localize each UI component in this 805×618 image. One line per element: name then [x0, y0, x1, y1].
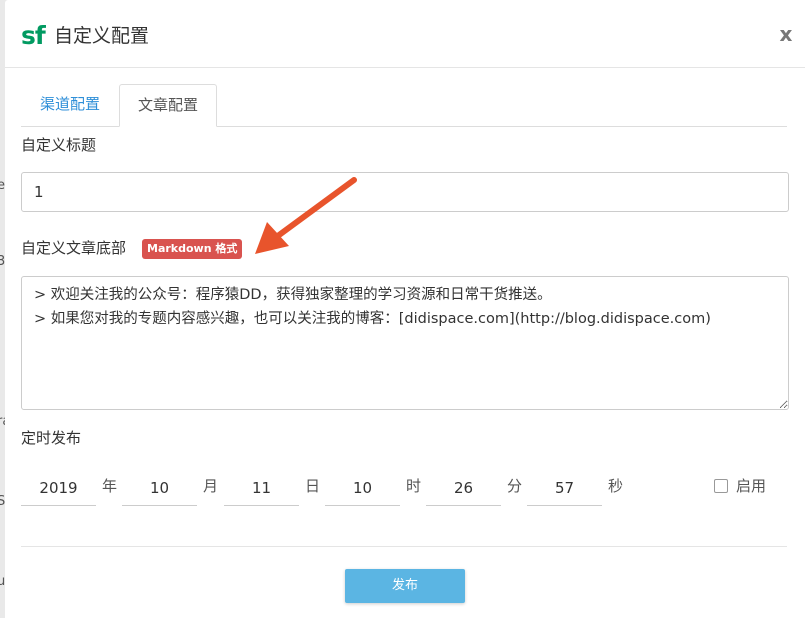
- custom-title-input[interactable]: [21, 172, 789, 212]
- day-input[interactable]: [224, 470, 299, 506]
- minute-input[interactable]: [426, 470, 501, 506]
- year-input[interactable]: [21, 470, 96, 506]
- month-unit-label: 月: [203, 477, 219, 495]
- enable-schedule-label[interactable]: 启用: [736, 476, 766, 496]
- close-button[interactable]: x: [776, 20, 796, 48]
- sf-logo: sf: [21, 21, 46, 50]
- month-input[interactable]: [122, 470, 197, 506]
- markdown-format-badge: Markdown 格式: [142, 239, 243, 259]
- config-tabs: 渠道配置 文章配置: [21, 84, 787, 127]
- schedule-publish-label: 定时发布: [21, 429, 82, 447]
- custom-title-label: 自定义标题: [21, 136, 97, 154]
- publish-button[interactable]: 发布: [345, 569, 465, 603]
- hour-unit-label: 时: [406, 477, 422, 495]
- second-unit-label: 秒: [608, 477, 624, 495]
- footer-divider: [21, 546, 787, 547]
- article-footer-textarea[interactable]: > 欢迎关注我的公众号：程序猿DD，获得独家整理的学习资源和日常干货推送。 > …: [21, 276, 789, 410]
- annotation-arrow-icon: [255, 177, 357, 254]
- custom-config-dialog: sf 自定义配置 x 渠道配置 文章配置 自定义标题 自定义文章底部 Markd…: [5, 0, 805, 618]
- dialog-title: 自定义配置: [54, 25, 150, 47]
- dialog-header: sf 自定义配置 x: [5, 0, 805, 68]
- article-footer-label: 自定义文章底部: [21, 239, 127, 257]
- enable-schedule-checkbox[interactable]: [714, 479, 728, 493]
- tab-channel-config[interactable]: 渠道配置: [21, 84, 119, 126]
- tab-article-config[interactable]: 文章配置: [119, 84, 217, 127]
- second-input[interactable]: [527, 470, 602, 506]
- minute-unit-label: 分: [507, 477, 523, 495]
- hour-input[interactable]: [325, 470, 400, 506]
- year-unit-label: 年: [102, 477, 118, 495]
- day-unit-label: 日: [305, 477, 321, 495]
